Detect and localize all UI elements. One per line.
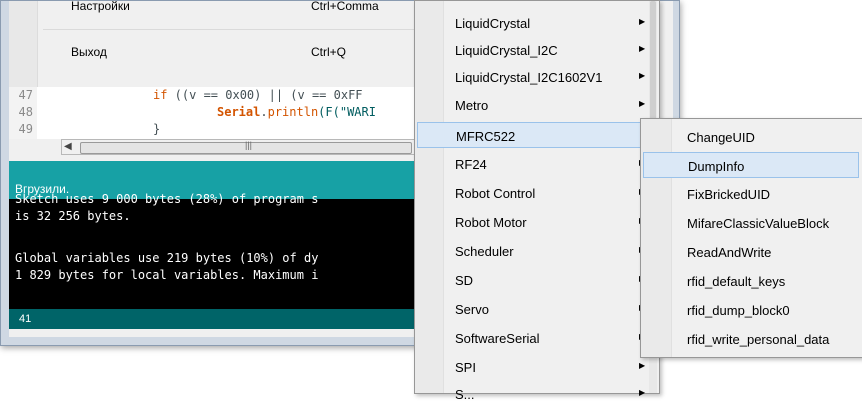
- menu-item-partial[interactable]: S... ▶: [417, 381, 649, 407]
- code-string: (F("WARI: [318, 105, 376, 119]
- console-line: is 32 256 bytes.: [15, 209, 131, 223]
- menu-item-shortcut: Ctrl+Comma: [311, 1, 379, 13]
- menu-item-label: rfid_write_personal_data: [687, 332, 830, 347]
- menu-item-label: Настройки: [71, 1, 130, 13]
- menu-item-fixbrickeduid[interactable]: FixBrickedUID: [643, 181, 859, 207]
- line-number: 47: [9, 87, 33, 104]
- submenu-arrow-icon: ▶: [639, 388, 646, 397]
- code-line-47: if ((v == 0x00) || (v == 0xFF: [153, 87, 363, 104]
- console-line: Global variables use 219 bytes (10%) of …: [15, 251, 319, 265]
- menu-item-label: rfid_dump_block0: [687, 303, 790, 318]
- menu-item-rfid-default-keys[interactable]: rfid_default_keys: [643, 268, 859, 294]
- line-number: 48: [9, 104, 33, 121]
- submenu-arrow-icon: ▶: [639, 44, 646, 53]
- scrollbar-thumb[interactable]: |||: [80, 140, 412, 154]
- menu-item-label: Scheduler: [455, 244, 514, 259]
- mfrc522-examples-submenu: ChangeUID DumpInfo FixBrickedUID MifareC…: [640, 118, 862, 358]
- menu-item-label: Выход: [71, 45, 107, 59]
- code-editor[interactable]: 47 48 49 if ((v == 0x00) || (v == 0xFF S…: [9, 87, 429, 139]
- menu-item-servo[interactable]: Servo▶: [417, 296, 649, 322]
- menu-item-readandwrite[interactable]: ReadAndWrite: [643, 239, 859, 265]
- scroll-grip-icon: |||: [245, 140, 253, 150]
- code-line-48: Serial.println(F("WARI: [217, 104, 376, 121]
- code-line-49: }: [153, 122, 161, 136]
- menu-item-rfid-write-personal-data[interactable]: rfid_write_personal_data: [643, 326, 859, 352]
- console-line: Sketch uses 9 000 bytes (28%) of program…: [15, 192, 319, 206]
- menu-item-changeuid[interactable]: ChangeUID: [643, 124, 859, 150]
- menu-item-softwareserial[interactable]: SoftwareSerial▶: [417, 325, 649, 351]
- menu-item-label: SoftwareSerial: [455, 331, 540, 346]
- code-function: Serial: [217, 105, 261, 119]
- menu-item-label: LiquidCrystal_I2C: [455, 43, 558, 58]
- submenu-arrow-icon: ▶: [639, 361, 646, 370]
- current-line-number: 41: [19, 313, 32, 325]
- menu-item-robot-motor[interactable]: Robot Motor▶: [417, 209, 649, 235]
- menu-item-label: LiquidCrystal_I2C1602V1: [455, 70, 603, 85]
- code-text: ((v == 0x00) || (v == 0xFF: [167, 88, 363, 102]
- menu-item-rf24[interactable]: RF24▶: [417, 151, 649, 177]
- menu-item-liquidcrystal-i2c1602v1[interactable]: LiquidCrystal_I2C1602V1 ▶: [417, 64, 649, 90]
- code-text: .: [260, 105, 268, 119]
- submenu-arrow-icon: ▶: [639, 17, 646, 26]
- menu-item-liquidcrystal[interactable]: LiquidCrystal ▶: [417, 10, 649, 36]
- menu-item-label: Robot Motor: [455, 215, 527, 230]
- menu-separator: [43, 29, 423, 30]
- menu-item-label: Metro: [455, 98, 489, 113]
- submenu-arrow-icon: ▶: [639, 71, 646, 80]
- menu-item-liquidcrystal-i2c[interactable]: LiquidCrystal_I2C ▶: [417, 37, 649, 63]
- console-line: 1 829 bytes for local variables. Maximum…: [15, 268, 319, 282]
- submenu-arrow-icon: ▶: [639, 99, 646, 108]
- libraries-submenu: LiquidCrystal ▶ LiquidCrystal_I2C ▶ Liquid…: [414, 0, 660, 402]
- menu-item-label: SD: [455, 273, 474, 288]
- menu-item-label: MifareClassicValueBlock: [687, 216, 830, 231]
- menu-item-metro[interactable]: Metro ▶: [417, 92, 649, 118]
- menu-item-label: SPI: [455, 360, 476, 375]
- menu-item-dumpinfo[interactable]: DumpInfo: [643, 152, 859, 178]
- code-keyword: if: [153, 88, 168, 102]
- menu-item-spi[interactable]: SPI ▶: [417, 354, 649, 380]
- line-number: 49: [9, 121, 33, 138]
- menu-item-label: rfid_default_keys: [687, 274, 786, 289]
- menu-item-label: FixBrickedUID: [687, 187, 771, 202]
- scrollbar-thumb[interactable]: [650, 1, 656, 121]
- menu-item-label: MFRC522: [456, 129, 516, 144]
- code-function: println: [267, 105, 319, 119]
- menu-item-mifareclassicvalueblock[interactable]: MifareClassicValueBlock: [643, 210, 859, 236]
- menu-item-label: RF24: [455, 157, 487, 172]
- menu-item-sd[interactable]: SD▶: [417, 267, 649, 293]
- menu-item-label: ReadAndWrite: [687, 245, 772, 260]
- editor-horizontal-scrollbar[interactable]: ◀ |||: [61, 139, 429, 155]
- menu-item-label: S...: [455, 387, 475, 402]
- menu-item-label: DumpInfo: [688, 159, 745, 174]
- menu-item-mfrc522[interactable]: MFRC522▶: [417, 122, 649, 148]
- menu-item-label: LiquidCrystal: [455, 16, 531, 31]
- menu-item-rfid-dump-block0[interactable]: rfid_dump_block0: [643, 297, 859, 323]
- menu-item-robot-control[interactable]: Robot Control▶: [417, 180, 649, 206]
- menu-item-shortcut: Ctrl+Q: [311, 45, 347, 59]
- menu-item-label: ChangeUID: [687, 130, 755, 145]
- scroll-left-icon[interactable]: ◀: [64, 141, 72, 152]
- menu-item-label: Robot Control: [455, 186, 536, 201]
- menu-item-scheduler[interactable]: Scheduler▶: [417, 238, 649, 264]
- menu-item-label: Servo: [455, 302, 489, 317]
- menu-item-settings[interactable]: Настройки Ctrl+Comma: [9, 1, 429, 17]
- file-menu: Настройки Ctrl+Comma Выход Ctrl+Q: [9, 1, 430, 87]
- menu-item-quit[interactable]: Выход Ctrl+Q: [9, 41, 429, 63]
